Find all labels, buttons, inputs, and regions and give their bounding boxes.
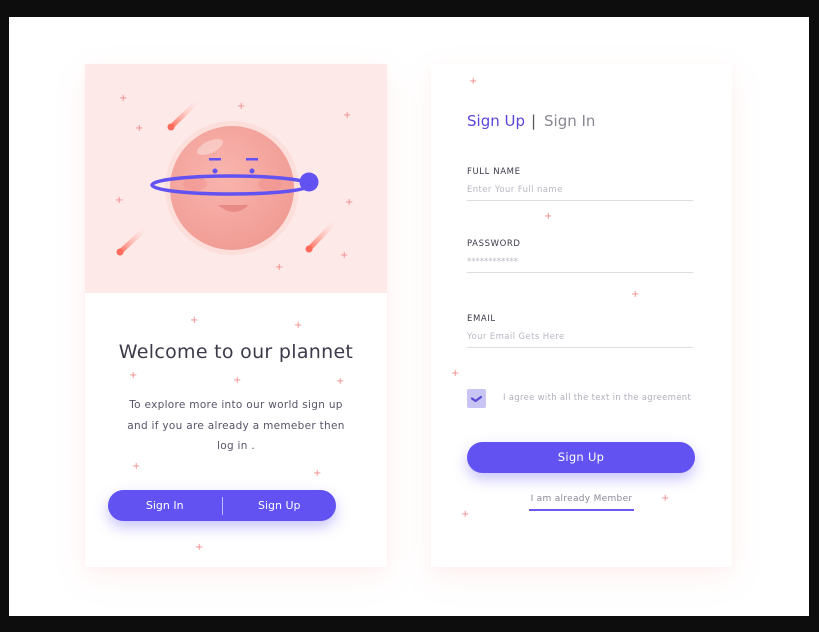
sparkle-icon: + xyxy=(135,123,144,134)
password-input[interactable] xyxy=(467,252,693,273)
sparkle-icon: + xyxy=(345,197,354,208)
signup-button[interactable]: Sign Up xyxy=(467,442,695,473)
sparkle-icon: + xyxy=(461,509,470,520)
fullname-input[interactable] xyxy=(467,180,693,201)
agree-label: I agree with all the text in the agreeme… xyxy=(503,393,692,403)
sparkle-icon: + xyxy=(661,493,670,504)
meteor-icon xyxy=(167,99,200,131)
welcome-line: log in . xyxy=(217,440,255,452)
tab-signin[interactable]: Sign In xyxy=(544,112,595,130)
sparkle-icon: + xyxy=(233,375,242,386)
toggle-signin-button[interactable]: Sign In xyxy=(108,499,222,512)
sparkle-icon: + xyxy=(451,368,460,379)
sparkle-icon: + xyxy=(336,376,345,387)
sparkle-icon: + xyxy=(119,93,128,104)
welcome-title: Welcome to our plannet xyxy=(118,341,354,363)
email-label: EMAIL xyxy=(467,314,496,324)
sparkle-icon: + xyxy=(129,370,138,381)
tab-separator: | xyxy=(531,112,537,130)
planet-illustration: + + + + + + + + xyxy=(85,64,387,293)
sparkle-icon: + xyxy=(343,110,352,121)
sparkle-icon: + xyxy=(190,315,199,326)
check-icon xyxy=(470,395,483,403)
sparkle-icon: + xyxy=(237,101,246,112)
welcome-description: To explore more into our world sign up a… xyxy=(125,395,347,457)
tab-signup[interactable]: Sign Up xyxy=(467,112,525,130)
app-frame: + + + + + + + + + + + + + + + + Welcome … xyxy=(9,17,809,616)
sparkle-icon: + xyxy=(294,320,303,331)
meteor-icon xyxy=(116,226,148,256)
sparkle-icon: + xyxy=(340,250,349,261)
sparkle-icon: + xyxy=(631,289,640,300)
email-input[interactable] xyxy=(467,327,693,348)
agree-checkbox[interactable] xyxy=(467,389,486,408)
already-member-link[interactable]: I am already Member xyxy=(529,494,634,511)
sparkle-icon: + xyxy=(195,542,204,553)
sparkle-icon: + xyxy=(132,461,141,472)
toggle-signup-button[interactable]: Sign Up xyxy=(223,499,337,512)
signup-form-card: + + + + + + Sign Up | Sign In FULL NAME … xyxy=(431,64,732,567)
welcome-line: and if you are already a memeber then xyxy=(127,419,345,432)
fullname-label: FULL NAME xyxy=(467,167,521,177)
welcome-line: To explore more into our world sign up xyxy=(129,399,343,411)
welcome-card: + + + + + + + + + + + + + + + + Welcome … xyxy=(85,64,387,567)
sparkle-icon: + xyxy=(275,262,284,273)
sparkle-icon: + xyxy=(469,76,478,87)
password-label: PASSWORD xyxy=(467,239,521,249)
sparkle-icon: + xyxy=(115,195,124,206)
meteor-icon xyxy=(305,219,338,253)
sparkle-icon: + xyxy=(544,211,553,222)
auth-toggle: Sign In Sign Up xyxy=(108,490,336,521)
sparkle-icon: + xyxy=(313,468,322,479)
